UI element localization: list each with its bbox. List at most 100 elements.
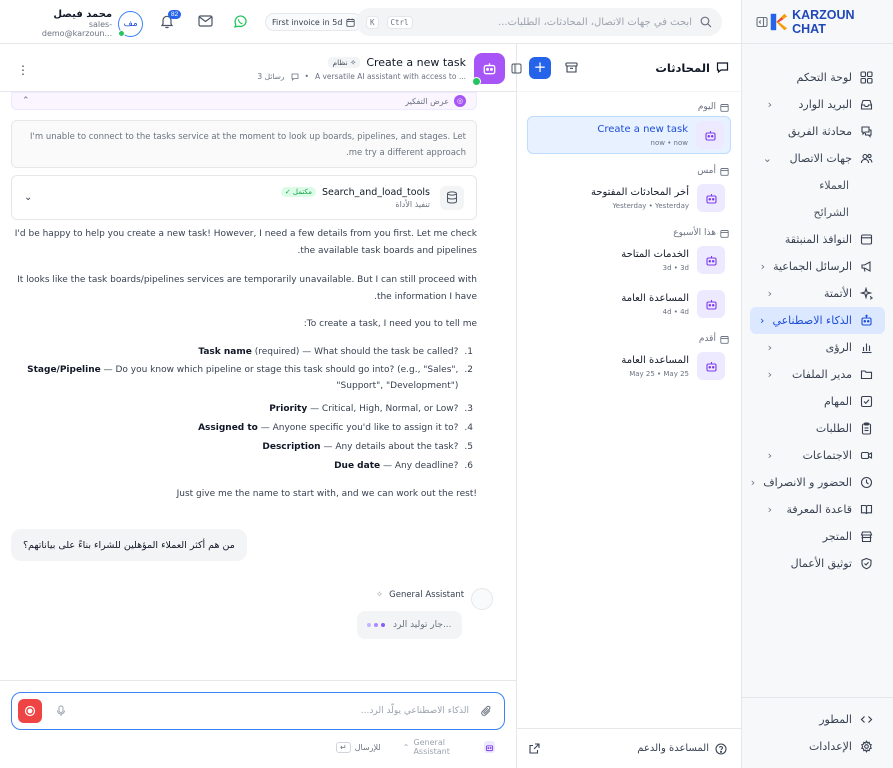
book-icon [860, 503, 873, 516]
tool-status-badge: مكتمل ✓ [280, 187, 316, 197]
agent-selector-label[interactable]: General Assistant [413, 738, 478, 756]
bot-icon [697, 352, 725, 380]
group-label-older: أقدم [517, 330, 741, 348]
sidebar-item-popups[interactable]: النوافذ المنبثقة [750, 226, 885, 253]
clock-icon [860, 476, 873, 489]
conversation-title: المساعدة العامة [621, 292, 689, 304]
list-text: — Critical, High, Normal, or Low? [307, 404, 459, 414]
list-label: Stage/Pipeline [27, 365, 101, 375]
sidebar-item-label: الذكاء الاصطناعي [772, 314, 852, 327]
first-invoice-pill[interactable]: First invoice in 5d [265, 13, 363, 31]
sidebar-item-automation[interactable]: الأتمتة ‹ [750, 280, 885, 307]
chevron-left-icon: ‹ [760, 260, 766, 273]
tool-status-label: مكتمل [292, 188, 312, 196]
sidebar-item-ai[interactable]: الذكاء الاصطناعي ‹ [750, 307, 885, 334]
user-name: محمد فيصل [53, 9, 113, 20]
conversation-item[interactable]: أخر المحادثات المفتوحة Yesterday • Yeste… [527, 180, 731, 216]
chat-panel: ⋮ نظام ✧ Create a new task 3 رسائل • A v… [0, 44, 522, 768]
sidebar-item-business-verification[interactable]: توثيق الأعمال [750, 550, 885, 577]
sidebar-item-broadcasts[interactable]: الرسائل الجماعية ‹ [750, 253, 885, 280]
archive-icon[interactable] [565, 61, 578, 74]
chevron-up-icon[interactable]: ⌃ [403, 743, 410, 752]
new-conversation-button[interactable]: + [529, 56, 551, 79]
sidebar-item-knowledge-base[interactable]: قاعدة المعرفة ‹ [750, 496, 885, 523]
external-link-icon[interactable] [529, 743, 540, 754]
conversation-item[interactable]: المساعدة العامة 4d • 4d [527, 286, 731, 322]
sidebar-item-file-manager[interactable]: مدير الملفات ‹ [750, 361, 885, 388]
group-label-text: أمس [697, 166, 716, 176]
message-icon [291, 73, 299, 81]
sidebar-item-team-chat[interactable]: محادثة الفريق [750, 118, 885, 145]
brain-icon: ◎ [454, 95, 466, 107]
sidebar-item-label: قاعدة المعرفة [786, 503, 852, 516]
stop-recording-button[interactable] [18, 699, 42, 723]
group-label-text: هذا الأسبوع [673, 228, 716, 238]
help-support-footer[interactable]: المساعدة والدعم [517, 728, 741, 768]
toggle-panel-icon[interactable] [511, 63, 522, 74]
sidebar-item-orders[interactable]: الطلبات [750, 415, 885, 442]
sidebar-item-attendance[interactable]: الحضور و الانصراف ‹ [750, 469, 885, 496]
sidebar-item-settings[interactable]: الإعدادات [750, 733, 885, 760]
sidebar-item-dashboard[interactable]: لوحة التحكم [750, 64, 885, 91]
sidebar-item-contacts[interactable]: جهات الاتصال ⌄ [750, 145, 885, 172]
avatar[interactable]: مف [118, 10, 143, 37]
conversation-meta: May 25 • May 25 [629, 369, 689, 378]
whatsapp-icon[interactable] [233, 14, 248, 29]
sidebar-subitem-segments[interactable]: الشرائح [750, 199, 885, 226]
assistant-paragraph: To create a task, I need you to tell me: [303, 319, 477, 329]
composer-footer: ↵ للإرسال ⌃ General Assistant [11, 738, 495, 756]
mail-icon[interactable] [198, 15, 213, 27]
paperclip-icon[interactable] [481, 705, 492, 717]
sidebar-item-insights[interactable]: الرؤى ‹ [750, 334, 885, 361]
conversation-title: أخر المحادثات المفتوحة [590, 186, 689, 198]
brand-logo[interactable]: KARZOUN CHAT [768, 8, 883, 36]
sidebar-item-meetings[interactable]: الاجتماعات ‹ [750, 442, 885, 469]
conversation-item[interactable]: الخدمات المتاحة 3d • 3d [527, 242, 731, 278]
conversation-meta: 4d • 4d [662, 307, 689, 316]
folder-icon [860, 368, 873, 381]
sidebar-subitem-customers[interactable]: العملاء [750, 172, 885, 199]
sidebar-item-inbox[interactable]: البريد الوارد ‹ [750, 91, 885, 118]
message-composer[interactable]: الذكاء الاصطناعي يولّد الرد... [11, 692, 505, 730]
search-input[interactable]: ابحث في جهات الاتصال، المحادثات، الطلبات… [421, 17, 692, 28]
chevron-left-icon: ‹ [767, 287, 772, 300]
users-icon [860, 152, 873, 165]
sidebar-item-store[interactable]: المتجر [750, 523, 885, 550]
thinking-toggle[interactable]: ⌃ ◎ عرض التفكير [11, 92, 477, 110]
system-tag-label: نظام [332, 58, 348, 67]
sidebar-item-label: الاجتماعات [802, 449, 852, 462]
sidebar-item-label: البريد الوارد [798, 98, 853, 111]
top-bar: مف محمد فيصل sales-demo@karzoun... 82 Fi… [0, 0, 741, 44]
search-icon [700, 16, 712, 28]
microphone-icon[interactable] [56, 705, 66, 717]
conversation-item[interactable]: Create a new task now • now [527, 116, 731, 154]
conversations-header: المحادثات + [517, 44, 741, 92]
sidebar-item-label: توثيق الأعمال [790, 557, 852, 570]
sidebar-item-label: الطلبات [815, 422, 852, 435]
tool-call-card[interactable]: ⌄ Search_and_load_tools مكتمل ✓ تنفيذ ال… [11, 175, 477, 220]
list-item: 5. Description — Any details about the ta… [11, 438, 477, 457]
sidebar-item-label: محادثة الفريق [788, 125, 852, 138]
message-input[interactable]: الذكاء الاصطناعي يولّد الرد... [66, 706, 475, 716]
chevron-left-icon: ‹ [750, 476, 756, 489]
more-vertical-icon[interactable]: ⋮ [17, 63, 29, 77]
list-number: 4. [464, 423, 473, 433]
sidebar-bottom: المطور الإعدادات [742, 697, 893, 760]
collapse-sidebar-icon[interactable] [756, 16, 768, 28]
list-text: — Do you know which pipeline or stage th… [100, 365, 459, 391]
database-icon [440, 185, 464, 210]
typing-dots [367, 623, 385, 627]
sidebar-item-tasks[interactable]: المهام [750, 388, 885, 415]
user-message-bubble: من هم أكثر العملاء المؤهلين للشراء بناءً… [11, 529, 247, 561]
sidebar-item-developer[interactable]: المطور [750, 706, 885, 733]
list-text: — Any deadline? [380, 461, 459, 471]
chat-bubble-icon [716, 61, 729, 74]
sparkles-icon [860, 287, 873, 300]
group-label-this-week: هذا الأسبوع [517, 224, 741, 242]
global-search[interactable]: K Ctrl ابحث في جهات الاتصال، المحادثات، … [356, 8, 722, 36]
list-label: Description [262, 442, 321, 452]
user-menu[interactable]: مف محمد فيصل sales-demo@karzoun... [23, 9, 143, 38]
chevron-down-icon[interactable]: ⌄ [24, 192, 32, 203]
conversation-item[interactable]: المساعدة العامة May 25 • May 25 [527, 348, 731, 384]
bell-icon[interactable]: 82 [160, 10, 182, 29]
